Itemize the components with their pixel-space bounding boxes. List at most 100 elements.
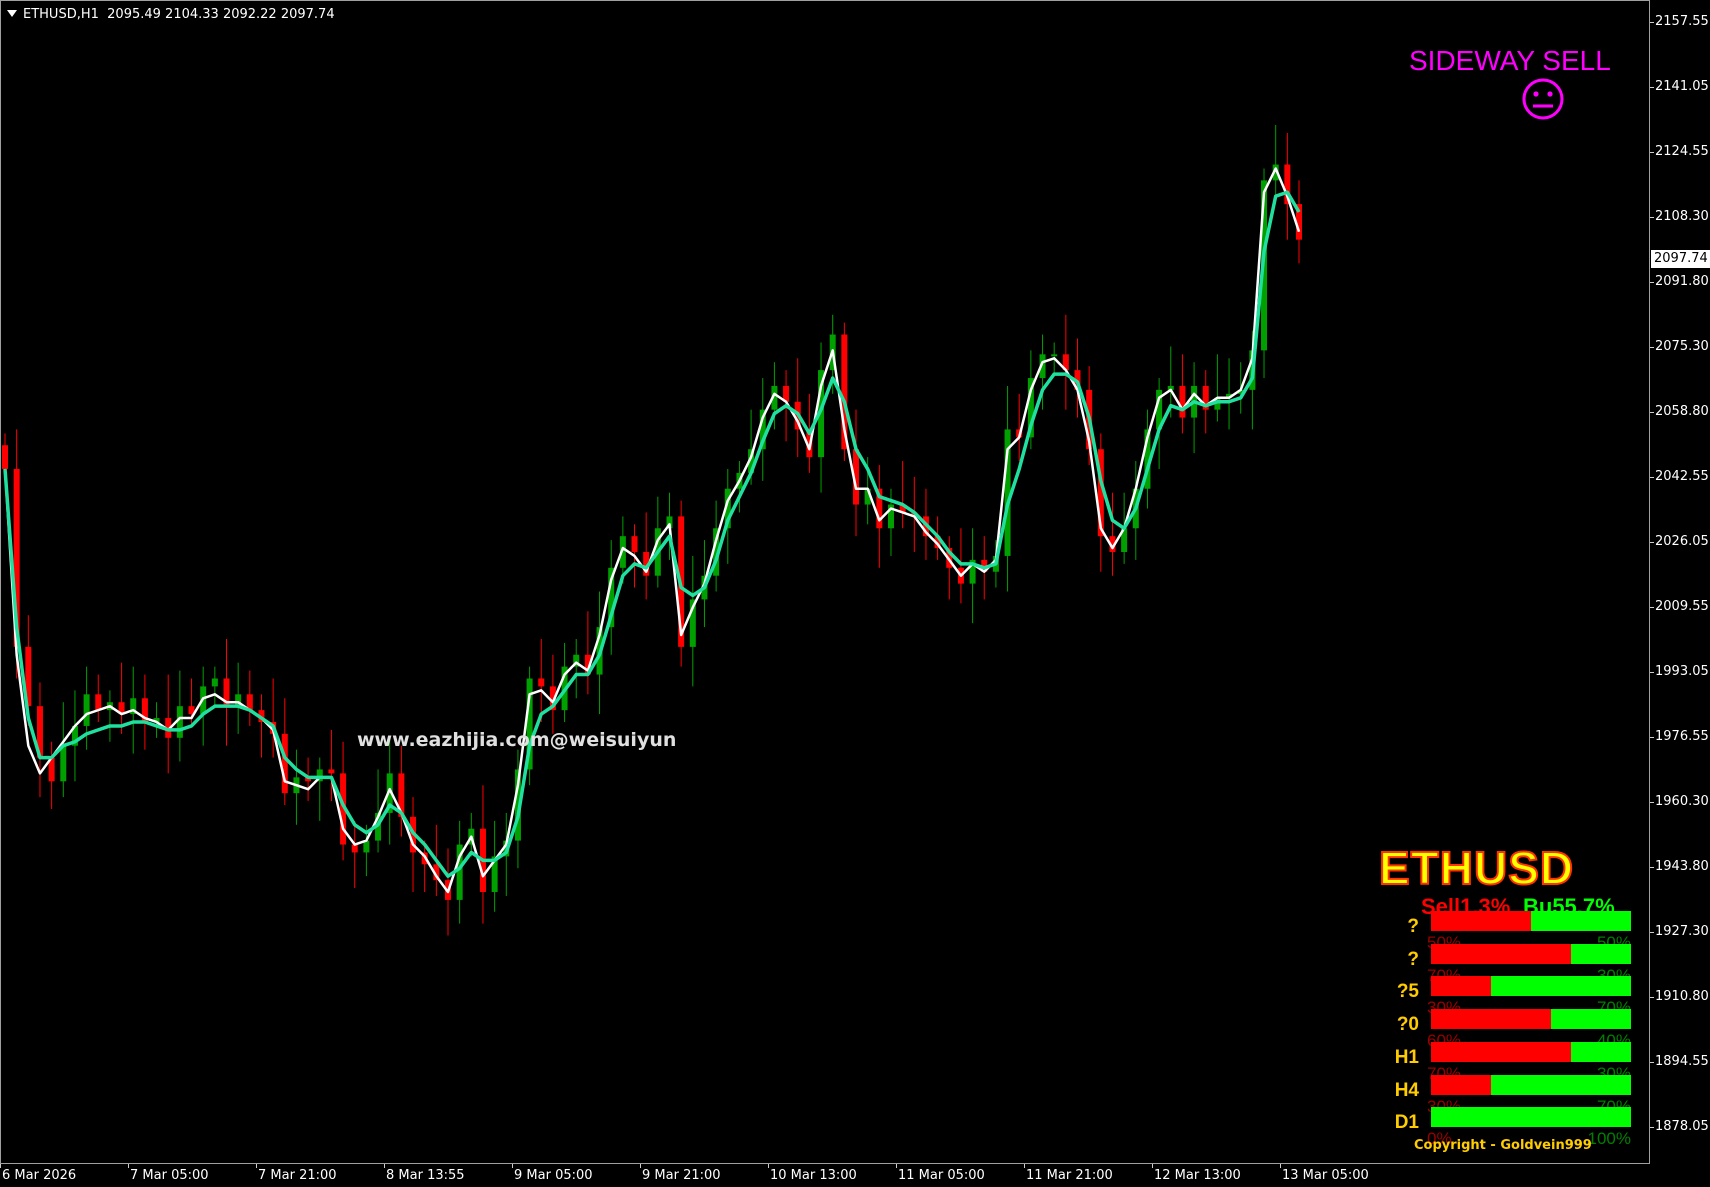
sell-fill (1431, 943, 1571, 964)
price-tick: 2157.55 (1650, 13, 1710, 33)
timeframe-label: H1 (1394, 1046, 1419, 1068)
price-tick: 1960.30 (1650, 793, 1710, 813)
dropdown-triangle-icon[interactable] (7, 10, 17, 17)
price-tick: 2124.55 (1650, 143, 1710, 163)
strength-bar (1431, 911, 1631, 931)
candle-body (60, 745, 67, 782)
price-tick-label: 2009.55 (1655, 599, 1709, 614)
price-tick: 2058.80 (1650, 403, 1710, 423)
sell-fill (1431, 1074, 1491, 1095)
price-tick: 2091.80 (1650, 273, 1710, 293)
price-tick-label: 1927.30 (1655, 924, 1709, 939)
signal-text: SIDEWAY SELL (1409, 45, 1611, 76)
sell-fill (1431, 1041, 1571, 1062)
price-tick: 1976.55 (1650, 728, 1710, 748)
time-tick-label: 6 Mar 2026 (2, 1168, 77, 1183)
candle-body (281, 733, 288, 794)
ohlc-values: 2095.49 2104.33 2092.22 2097.74 (107, 7, 335, 22)
timeframe-label: H4 (1394, 1079, 1419, 1101)
time-tick-label: 12 Mar 13:00 (1154, 1168, 1241, 1183)
price-tick: 2141.05 (1650, 78, 1710, 98)
price-tick: 1910.80 (1650, 988, 1710, 1008)
buy-percent: 100% (1587, 1129, 1631, 1149)
price-tick: 1927.30 (1650, 923, 1710, 943)
time-tick-label: 7 Mar 05:00 (130, 1168, 209, 1183)
timeframe-label: ? (1407, 916, 1419, 937)
watermark-text: www.eazhijia.com@weisuiyun (357, 729, 677, 751)
timeframe-row: H1 70% 30% (1391, 1041, 1631, 1083)
price-tick-label: 2058.80 (1655, 404, 1709, 419)
timeframe-label: D1 (1394, 1112, 1419, 1134)
time-tick-label: 9 Mar 21:00 (642, 1168, 721, 1183)
current-price-label: 2097.74 (1651, 250, 1710, 268)
strength-bar (1431, 1074, 1631, 1095)
candle-body (631, 536, 638, 552)
candle-body (95, 694, 102, 711)
timeframe-label: ? (1407, 948, 1419, 970)
chart-area[interactable]: ETHUSD,H1 2095.49 2104.33 2092.22 2097.7… (0, 0, 1650, 1164)
candle-body (211, 678, 218, 687)
timeframe-row: H4 30% 70% (1391, 1074, 1631, 1116)
strength-bar (1431, 1107, 1631, 1128)
price-tick-label: 1878.05 (1655, 1119, 1709, 1134)
time-tick-label: 10 Mar 13:00 (770, 1168, 857, 1183)
timeframe-row: D1 0% 100% (1391, 1107, 1631, 1148)
price-tick: 1943.80 (1650, 858, 1710, 878)
candle-body (538, 678, 545, 687)
price-tick-label: 2124.55 (1655, 144, 1709, 159)
candle-body (176, 706, 183, 738)
candle-body (83, 694, 90, 726)
price-tick: 2075.30 (1650, 338, 1710, 358)
price-tick-label: 1943.80 (1655, 859, 1709, 874)
price-tick: 2026.05 (1650, 533, 1710, 553)
sell-fill (1431, 911, 1531, 931)
price-tick-label: 1993.05 (1655, 664, 1709, 679)
candle-body (1051, 354, 1058, 357)
time-tick-label: 11 Mar 05:00 (898, 1168, 985, 1183)
candle-body (1179, 385, 1186, 418)
strength-bar (1431, 943, 1631, 964)
strength-bar (1431, 976, 1631, 997)
price-tick-label: 2141.05 (1655, 79, 1709, 94)
price-tick-label: 1910.80 (1655, 989, 1709, 1004)
timeframe-row: ?0 60% 40% (1391, 1009, 1631, 1050)
price-tick-label: 2026.05 (1655, 534, 1709, 549)
price-tick: 1993.05 (1650, 663, 1710, 683)
neutral-face-icon (1522, 78, 1564, 120)
price-tick-label: 2108.30 (1655, 209, 1709, 224)
symbol-timeframe: ETHUSD,H1 (23, 7, 99, 22)
price-tick: 1878.05 (1650, 1118, 1710, 1138)
sell-fill (1431, 976, 1491, 997)
price-tick: 2042.55 (1650, 468, 1710, 488)
sell-fill (1431, 1009, 1551, 1030)
price-tick: 1894.55 (1650, 1053, 1710, 1073)
timeframe-row: ?5 30% 70% (1391, 976, 1631, 1017)
timeframe-label: ?5 (1396, 981, 1419, 1003)
price-tick-label: 1976.55 (1655, 729, 1709, 744)
time-axis: 6 Mar 2026 7 Mar 05:00 7 Mar 21:00 8 Mar 13… (0, 1164, 1650, 1187)
timeframe-row: ? 50% 50% (1391, 911, 1631, 952)
symbol-header: ETHUSD,H1 2095.49 2104.33 2092.22 2097.7… (7, 7, 335, 22)
fast-moving-average-line (3, 167, 1301, 894)
price-tick: 2009.55 (1650, 598, 1710, 618)
price-tick-label: 1894.55 (1655, 1054, 1709, 1069)
strength-bar (1431, 1009, 1631, 1030)
candle-body (328, 769, 335, 774)
copyright-text: Copyright - Goldvein999 (1414, 1138, 1592, 1153)
time-tick-label: 9 Mar 05:00 (514, 1168, 593, 1183)
time-tick-label: 11 Mar 21:00 (1026, 1168, 1113, 1183)
panel-title: ETHUSD (1378, 841, 1575, 895)
price-tick-label: 2091.80 (1655, 274, 1709, 289)
candle-body (2, 445, 8, 469)
price-tick: 2108.30 (1650, 208, 1710, 228)
timeframe-row: ? 70% 30% (1391, 943, 1631, 985)
strength-bar (1431, 1041, 1631, 1062)
time-tick-label: 13 Mar 05:00 (1282, 1168, 1369, 1183)
price-tick-label: 2157.55 (1655, 14, 1709, 29)
price-axis: 2157.55 2141.05 2124.55 2108.30 2091.80 2075.… (1650, 0, 1710, 1187)
price-tick-label: 2042.55 (1655, 469, 1709, 484)
time-tick-label: 7 Mar 21:00 (258, 1168, 337, 1183)
timeframe-label: ?0 (1396, 1014, 1419, 1036)
price-tick-label: 2075.30 (1655, 339, 1709, 354)
price-tick-label: 1960.30 (1655, 794, 1709, 809)
